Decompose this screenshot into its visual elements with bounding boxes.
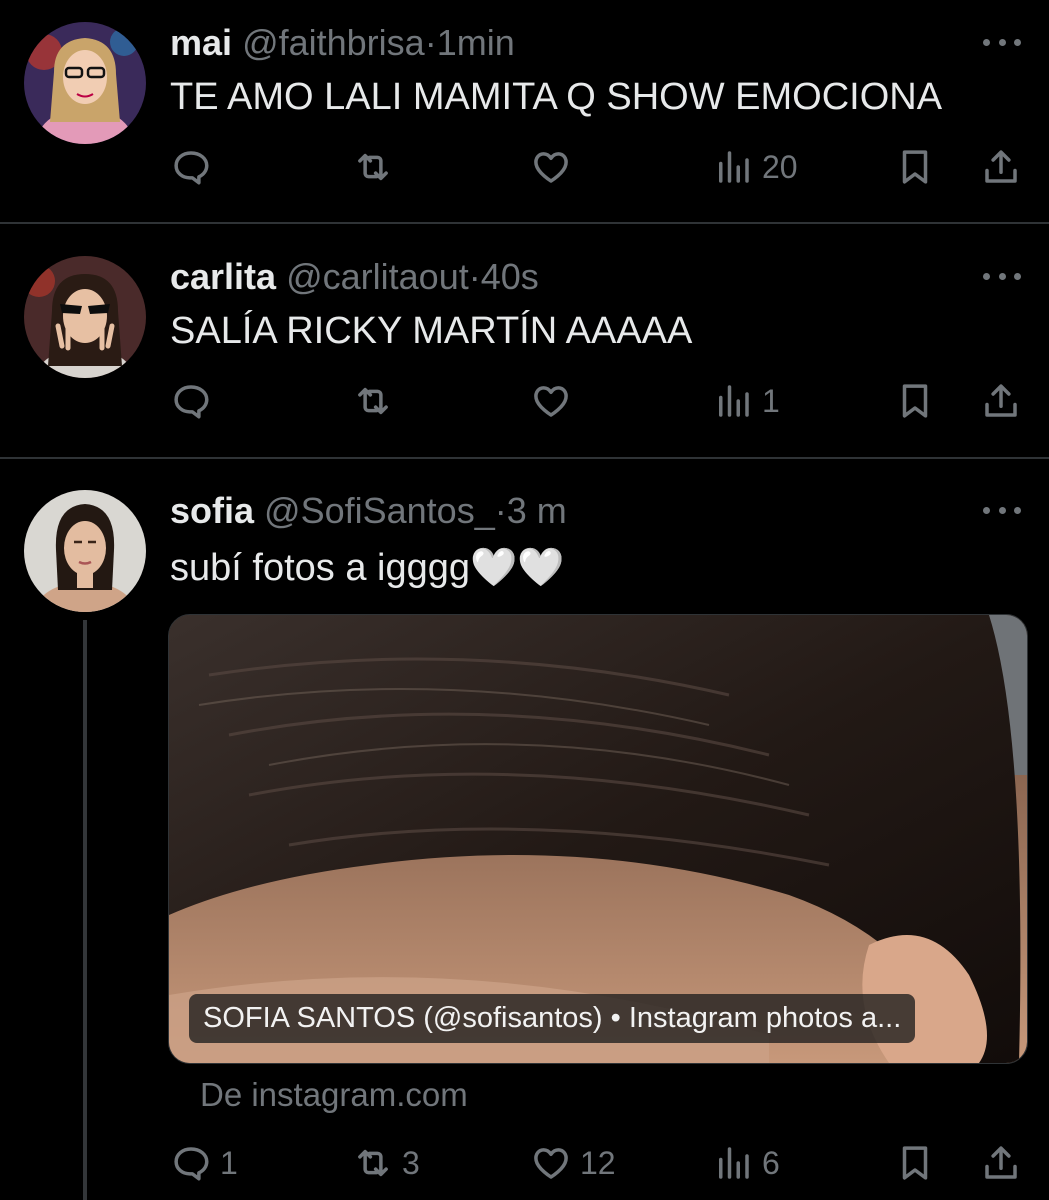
more-icon[interactable]: [983, 36, 1021, 48]
retweet-button[interactable]: [352, 142, 402, 192]
tweet-text: SALÍA RICKY MARTÍN AAAAA: [170, 310, 693, 352]
more-icon[interactable]: [983, 270, 1021, 282]
views-button[interactable]: 20: [712, 142, 798, 192]
views-icon: [719, 151, 749, 183]
separator: ·: [424, 22, 437, 63]
separator: ·: [494, 490, 507, 531]
avatar[interactable]: [24, 490, 146, 612]
bookmark-icon: [902, 150, 928, 184]
tweet-header: mai @faithbrisa·1min: [170, 22, 515, 64]
views-count: 6: [762, 1144, 780, 1181]
views-button[interactable]: 1: [712, 376, 780, 426]
card-source[interactable]: De instagram.com: [200, 1076, 468, 1114]
reply-count: 1: [220, 1144, 238, 1181]
timestamp[interactable]: 1min: [437, 22, 515, 63]
share-icon: [985, 150, 1017, 183]
reply-icon: [174, 1147, 209, 1181]
reply-button[interactable]: 1: [170, 1138, 238, 1188]
reply-icon: [174, 151, 209, 185]
like-button[interactable]: 12: [530, 1138, 616, 1188]
tweet-actions: 1: [0, 376, 1049, 426]
card-title[interactable]: SOFIA SANTOS (@sofisantos) • Instagram p…: [189, 994, 916, 1043]
views-icon: [719, 385, 749, 417]
heart-icon: [534, 152, 568, 183]
tweet-header: sofia @SofiSantos_·3 m: [170, 490, 567, 532]
reply-icon: [174, 385, 209, 419]
like-button[interactable]: [530, 376, 580, 426]
bookmark-icon: [902, 1146, 928, 1180]
display-name[interactable]: mai: [170, 22, 232, 63]
like-count: 12: [580, 1144, 616, 1181]
more-icon[interactable]: [983, 504, 1021, 516]
tweet-1[interactable]: mai @faithbrisa·1min TE AMO LALI MAMITA …: [0, 0, 1049, 224]
thread-line: [83, 620, 87, 1200]
retweet-icon: [358, 153, 388, 181]
share-button[interactable]: [980, 142, 1022, 192]
share-icon: [985, 1146, 1017, 1179]
bookmark-button[interactable]: [894, 142, 936, 192]
user-handle[interactable]: @faithbrisa: [242, 22, 425, 63]
retweet-button[interactable]: [352, 376, 402, 426]
heart-icon: [534, 386, 568, 417]
share-button[interactable]: [980, 376, 1022, 426]
tweet-actions: 1 3 12 6: [0, 1138, 1049, 1188]
timestamp[interactable]: 3 m: [507, 490, 567, 531]
user-handle[interactable]: @SofiSantos_: [264, 490, 495, 531]
retweet-count: 3: [402, 1144, 420, 1181]
bookmark-icon: [902, 384, 928, 418]
views-icon: [719, 1147, 749, 1179]
tweet-actions: 20: [0, 142, 1049, 192]
avatar[interactable]: [24, 256, 146, 378]
bookmark-button[interactable]: [894, 1138, 936, 1188]
reply-button[interactable]: [170, 376, 220, 426]
bookmark-button[interactable]: [894, 376, 936, 426]
retweet-icon: [358, 1149, 388, 1177]
avatar[interactable]: [24, 22, 146, 144]
share-button[interactable]: [980, 1138, 1022, 1188]
display-name[interactable]: carlita: [170, 256, 276, 297]
display-name[interactable]: sofia: [170, 490, 254, 531]
tweet-2[interactable]: carlita @carlitaout·40s SALÍA RICKY MART…: [0, 224, 1049, 458]
share-icon: [985, 384, 1017, 417]
timestamp[interactable]: 40s: [481, 256, 539, 297]
tweet-text: subí fotos a igggg🤍🤍: [170, 547, 565, 589]
user-handle[interactable]: @carlitaout: [286, 256, 469, 297]
like-button[interactable]: [530, 142, 580, 192]
link-card[interactable]: SOFIA SANTOS (@sofisantos) • Instagram p…: [168, 614, 1028, 1064]
heart-icon: [534, 1148, 568, 1179]
retweet-button[interactable]: 3: [352, 1138, 420, 1188]
reply-button[interactable]: [170, 142, 220, 192]
tweet-header: carlita @carlitaout·40s: [170, 256, 539, 298]
tweet-text: TE AMO LALI MAMITA Q SHOW EMOCIONA: [170, 76, 943, 118]
views-button[interactable]: 6: [712, 1138, 780, 1188]
retweet-icon: [358, 387, 388, 415]
separator: ·: [468, 256, 481, 297]
